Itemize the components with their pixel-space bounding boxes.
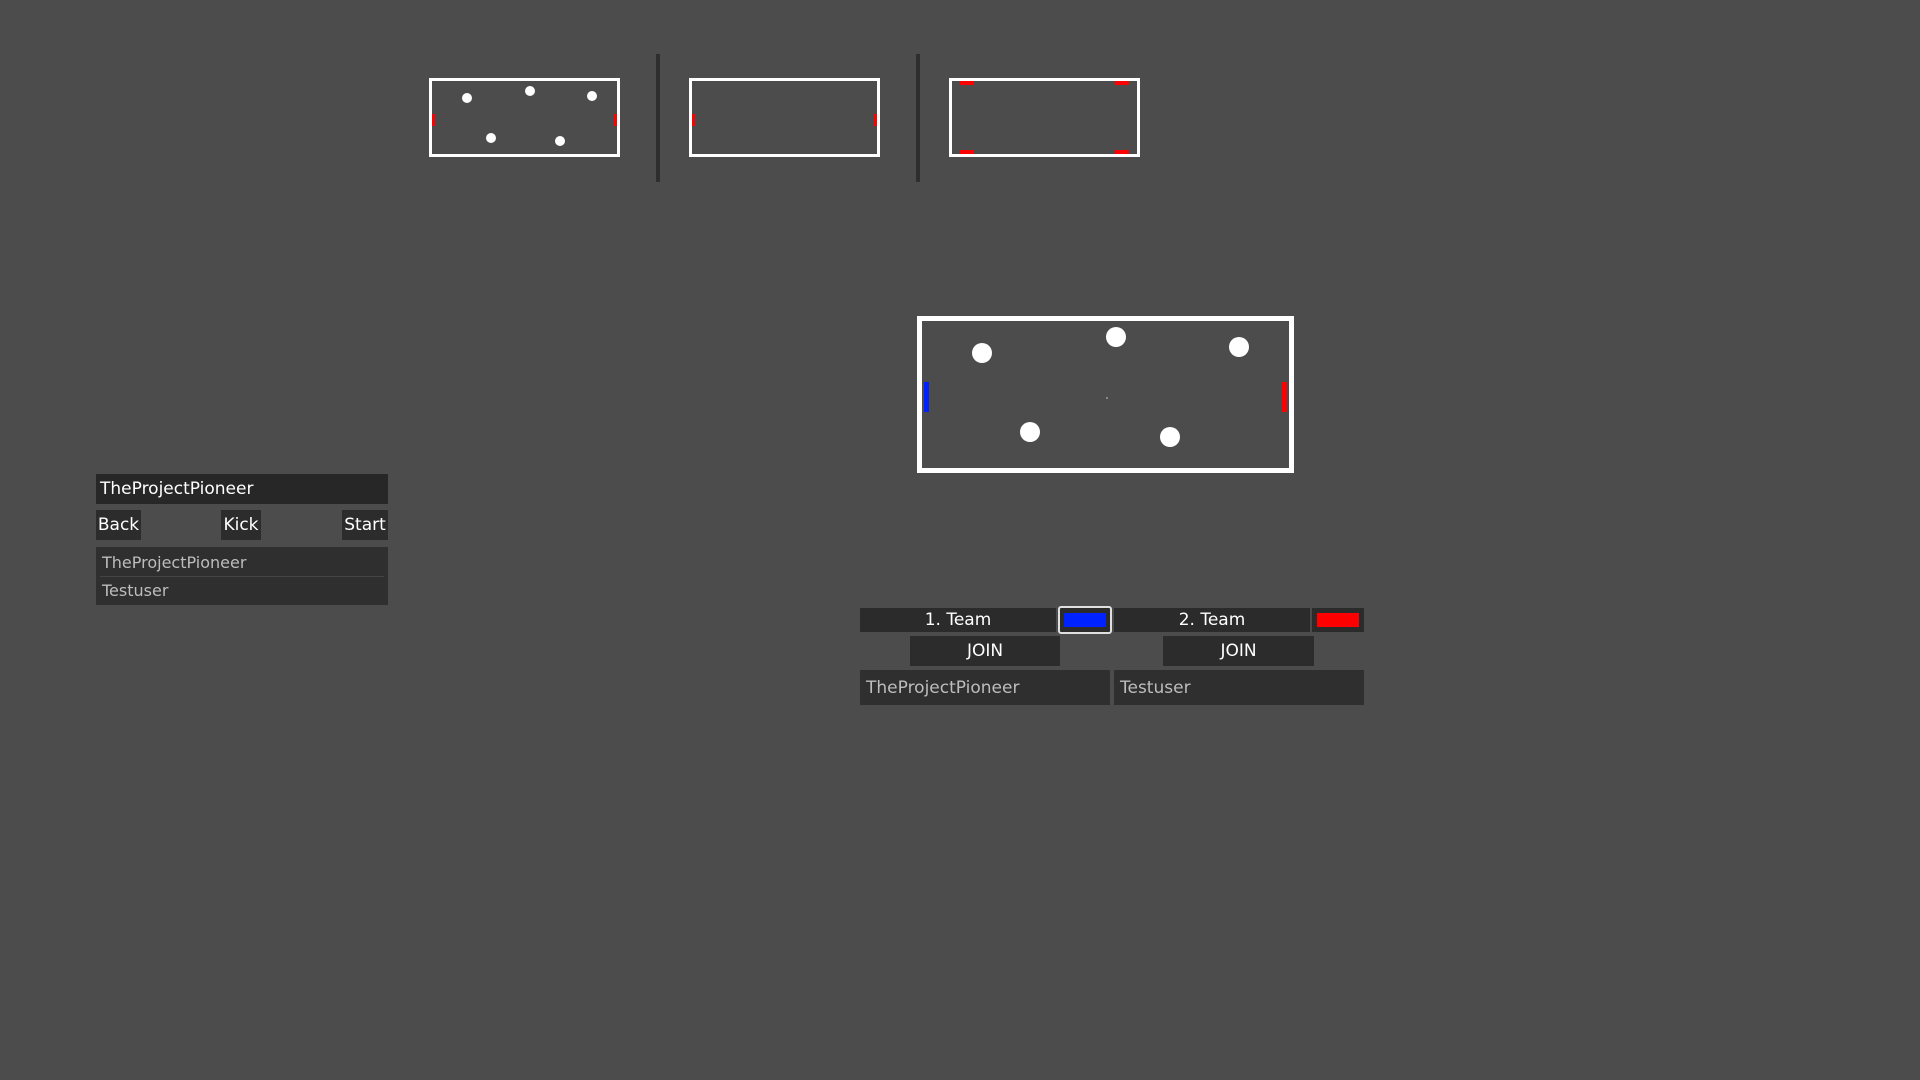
kick-button[interactable]: Kick [221, 510, 261, 540]
right-goal-icon [614, 114, 617, 126]
ball-icon [972, 343, 992, 363]
map-preview-2[interactable] [689, 78, 880, 157]
team2-goal-icon [1282, 382, 1287, 412]
corner-goal-icon [1115, 150, 1129, 154]
team1-goal-icon [924, 382, 929, 412]
team2-label: 2. Team [1114, 608, 1310, 632]
corner-goal-icon [960, 150, 974, 154]
start-button[interactable]: Start [342, 510, 388, 540]
ball-icon [1160, 427, 1180, 447]
corner-goal-icon [960, 81, 974, 85]
map-preview-3[interactable] [949, 78, 1140, 157]
corner-goal-icon [1115, 81, 1129, 85]
user-list: TheProjectPioneer Testuser [96, 547, 388, 605]
map-preview-1[interactable] [429, 78, 620, 157]
center-mark-icon [1106, 397, 1108, 399]
ball-icon [1106, 327, 1126, 347]
team2-members: Testuser [1114, 670, 1364, 705]
team1-color-picker[interactable] [1058, 606, 1112, 634]
team1-label: 1. Team [860, 608, 1056, 632]
ball-icon [555, 136, 565, 146]
left-goal-icon [432, 114, 435, 126]
team1-join-button[interactable]: JOIN [910, 636, 1060, 666]
ball-icon [1020, 422, 1040, 442]
ball-icon [587, 91, 597, 101]
map-separator [916, 54, 920, 182]
ball-icon [486, 133, 496, 143]
right-goal-icon [874, 114, 877, 126]
back-button[interactable]: Back [96, 510, 141, 540]
team2-color-swatch [1317, 613, 1359, 627]
team1-members: TheProjectPioneer [860, 670, 1110, 705]
ball-icon [462, 93, 472, 103]
team1-color-swatch [1064, 613, 1106, 627]
user-list-item[interactable]: TheProjectPioneer [96, 549, 388, 576]
ball-icon [1229, 337, 1249, 357]
game-field [917, 316, 1294, 473]
team2-color-picker[interactable] [1312, 608, 1364, 632]
ball-icon [525, 86, 535, 96]
map-separator [656, 54, 660, 182]
team2-join-button[interactable]: JOIN [1163, 636, 1314, 666]
user-list-item[interactable]: Testuser [96, 577, 388, 604]
host-name-label: TheProjectPioneer [96, 474, 388, 504]
left-goal-icon [692, 114, 695, 126]
